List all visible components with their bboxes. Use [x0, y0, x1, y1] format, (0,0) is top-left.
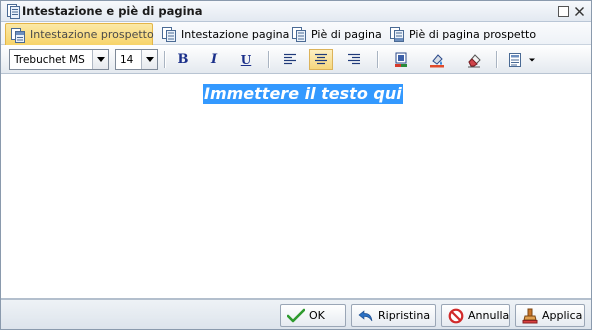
chevron-down-icon[interactable] — [92, 50, 108, 69]
font-family-select[interactable]: Trebuchet MS — [9, 49, 109, 70]
reset-button[interactable]: Ripristina — [351, 304, 436, 327]
apply-button[interactable]: Applica — [515, 304, 585, 327]
font-family-value: Trebuchet MS — [14, 53, 85, 66]
chevron-down-icon — [529, 58, 535, 61]
dialog-window: Intestazione e piè di pagina Intestazion… — [0, 0, 592, 330]
dialog-footer: OK Ripristina Annulla Applica — [1, 298, 591, 329]
page-header-icon — [162, 27, 176, 42]
text-editor[interactable]: Immettere il testo qui — [1, 74, 591, 298]
tab-label: Piè di pagina — [311, 27, 382, 41]
tab-label: Intestazione prospetto — [30, 28, 154, 41]
insert-field-dropdown[interactable] — [506, 49, 540, 70]
insert-field-icon — [509, 52, 521, 67]
reset-label: Ripristina — [378, 309, 431, 322]
bold-icon: B — [177, 52, 189, 67]
align-right-icon — [348, 53, 360, 65]
font-size-select[interactable]: 14 — [115, 49, 158, 70]
report-header-icon — [11, 27, 25, 43]
align-center-icon — [315, 53, 327, 65]
toolbar-separator — [164, 51, 165, 68]
background-color-button[interactable] — [425, 49, 449, 70]
title-bar[interactable]: Intestazione e piè di pagina — [1, 1, 591, 22]
tab-label: Piè di pagina prospetto — [409, 27, 537, 41]
cancel-button[interactable]: Annulla — [441, 304, 510, 327]
text-color-button[interactable] — [389, 49, 413, 70]
italic-button[interactable]: I — [202, 49, 226, 70]
toolbar-separator — [496, 51, 497, 68]
bold-button[interactable]: B — [171, 49, 195, 70]
page-footer-icon — [292, 27, 306, 42]
align-left-button[interactable] — [278, 49, 302, 70]
align-left-icon — [284, 53, 296, 65]
dialog-title: Intestazione e piè di pagina — [22, 4, 203, 18]
tab-page-header[interactable]: Intestazione pagina — [157, 23, 289, 45]
italic-icon: I — [210, 52, 218, 67]
text-color-icon — [395, 52, 407, 67]
underline-icon: U — [240, 52, 252, 67]
apply-icon — [522, 308, 538, 323]
close-icon[interactable] — [574, 6, 585, 17]
tab-label: Intestazione pagina — [181, 27, 290, 41]
ok-label: OK — [309, 309, 325, 322]
selected-text[interactable]: Immettere il testo qui — [203, 84, 403, 104]
toolbar-separator — [377, 51, 378, 68]
cancel-label: Annulla — [468, 309, 510, 322]
underline-button[interactable]: U — [234, 49, 258, 70]
tab-page-footer[interactable]: Piè di pagina — [287, 23, 382, 45]
maximize-icon[interactable] — [558, 6, 569, 17]
document-icon — [7, 4, 20, 19]
align-center-button[interactable] — [309, 49, 333, 70]
eraser-icon — [468, 53, 481, 67]
cancel-icon — [448, 308, 464, 323]
clear-format-button[interactable] — [462, 49, 486, 70]
tab-report-footer[interactable]: Piè di pagina prospetto — [385, 23, 536, 45]
undo-icon — [358, 309, 373, 321]
align-right-button[interactable] — [342, 49, 366, 70]
ok-button[interactable]: OK — [280, 304, 346, 327]
toolbar-separator — [268, 51, 269, 68]
format-toolbar: Trebuchet MS 14 B I U — [1, 45, 591, 74]
chevron-down-icon[interactable] — [141, 50, 157, 69]
font-size-value: 14 — [120, 53, 134, 66]
fill-color-icon — [430, 53, 444, 67]
tab-bar: Intestazione prospetto Intestazione pagi… — [1, 22, 591, 45]
apply-label: Applica — [542, 309, 583, 322]
checkmark-icon — [287, 308, 305, 322]
report-footer-icon — [390, 27, 404, 42]
tab-report-header[interactable]: Intestazione prospetto — [5, 23, 154, 45]
